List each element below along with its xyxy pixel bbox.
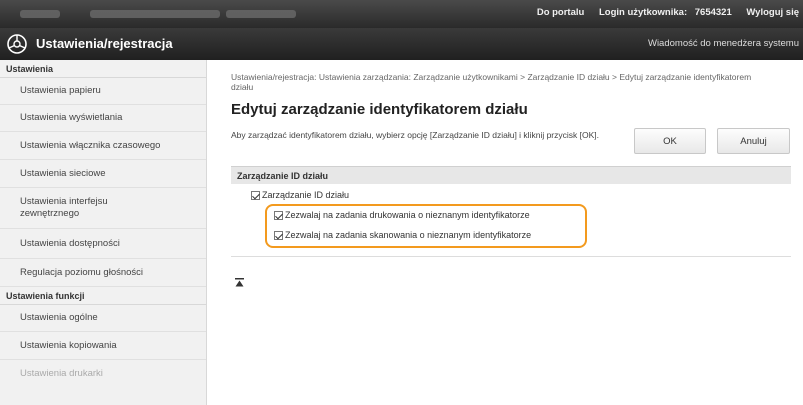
ok-button[interactable]: OK bbox=[634, 128, 706, 154]
blurred-product-name bbox=[90, 10, 220, 18]
checkbox-row-allow-scan: Zezwalaj na zadania skanowania o nieznan… bbox=[274, 230, 531, 240]
sidebar-group-settings: Ustawienia bbox=[0, 60, 206, 78]
sidebar-item-paper[interactable]: Ustawienia papieru bbox=[0, 78, 206, 105]
dept-id-management-label: Zarządzanie ID działu bbox=[262, 190, 350, 200]
sidebar: Ustawienia Ustawienia papieru Ustawienia… bbox=[0, 60, 207, 405]
allow-print-unknown-id-label: Zezwalaj na zadania drukowania o nieznan… bbox=[285, 210, 530, 220]
blurred-product-name bbox=[226, 10, 296, 18]
main-content: Ustawienia/rejestracja: Ustawienia zarzą… bbox=[207, 60, 803, 405]
page-header-title: Ustawienia/rejestracja bbox=[36, 36, 173, 51]
checkbox-row-allow-print: Zezwalaj na zadania drukowania o nieznan… bbox=[274, 210, 530, 220]
login-user-id: 7654321 bbox=[694, 7, 732, 18]
allow-scan-unknown-id-checkbox[interactable] bbox=[274, 230, 283, 240]
sidebar-item-printer[interactable]: Ustawienia drukarki bbox=[0, 360, 206, 388]
checkbox-row-dept-id-management: Zarządzanie ID działu bbox=[251, 190, 349, 200]
sidebar-item-display[interactable]: Ustawienia wyświetlania bbox=[0, 105, 206, 132]
blurred-product-name bbox=[20, 10, 60, 18]
sidebar-item-general[interactable]: Ustawienia ogólne bbox=[0, 305, 206, 332]
message-to-manager-link[interactable]: Wiadomość do menedżera systemu bbox=[648, 38, 799, 49]
sidebar-item-copy[interactable]: Ustawienia kopiowania bbox=[0, 332, 206, 360]
allow-print-unknown-id-checkbox[interactable] bbox=[274, 210, 283, 220]
portal-link[interactable]: Do portalu bbox=[537, 7, 585, 18]
title-bar: Ustawienia/rejestracja Wiadomość do mene… bbox=[0, 28, 803, 60]
page-title: Edytuj zarządzanie identyfikatorem dział… bbox=[231, 101, 528, 118]
sidebar-item-interface[interactable]: Ustawienia interfejsu zewnętrznego bbox=[0, 188, 150, 228]
sidebar-group-functions: Ustawienia funkcji bbox=[0, 287, 206, 305]
sidebar-item-accessibility[interactable]: Ustawienia dostępności bbox=[0, 229, 206, 259]
sidebar-item-network[interactable]: Ustawienia sieciowe bbox=[0, 160, 206, 188]
back-to-top-icon[interactable] bbox=[235, 278, 244, 287]
allow-scan-unknown-id-label: Zezwalaj na zadania skanowania o nieznan… bbox=[285, 230, 532, 240]
instructions-text: Aby zarządzać identyfikatorem działu, wy… bbox=[231, 130, 600, 140]
dept-id-management-checkbox[interactable] bbox=[251, 190, 260, 200]
login-user-label: Login użytkownika: bbox=[598, 7, 688, 18]
sidebar-item-volume[interactable]: Regulacja poziomu głośności bbox=[0, 259, 206, 287]
section-header: Zarządzanie ID działu bbox=[231, 166, 791, 184]
top-bar: Do portalu Login użytkownika: 7654321 Wy… bbox=[0, 0, 803, 28]
breadcrumb: Ustawienia/rejestracja: Ustawienia zarzą… bbox=[231, 72, 752, 92]
logout-link[interactable]: Wyloguj się bbox=[746, 7, 799, 18]
top-links: Do portalu Login użytkownika: 7654321 Wy… bbox=[525, 7, 799, 18]
cancel-button[interactable]: Anuluj bbox=[717, 128, 790, 154]
sidebar-item-timer[interactable]: Ustawienia włącznika czasowego bbox=[0, 132, 206, 160]
settings-registration-icon bbox=[7, 34, 27, 54]
section-divider bbox=[231, 256, 791, 257]
